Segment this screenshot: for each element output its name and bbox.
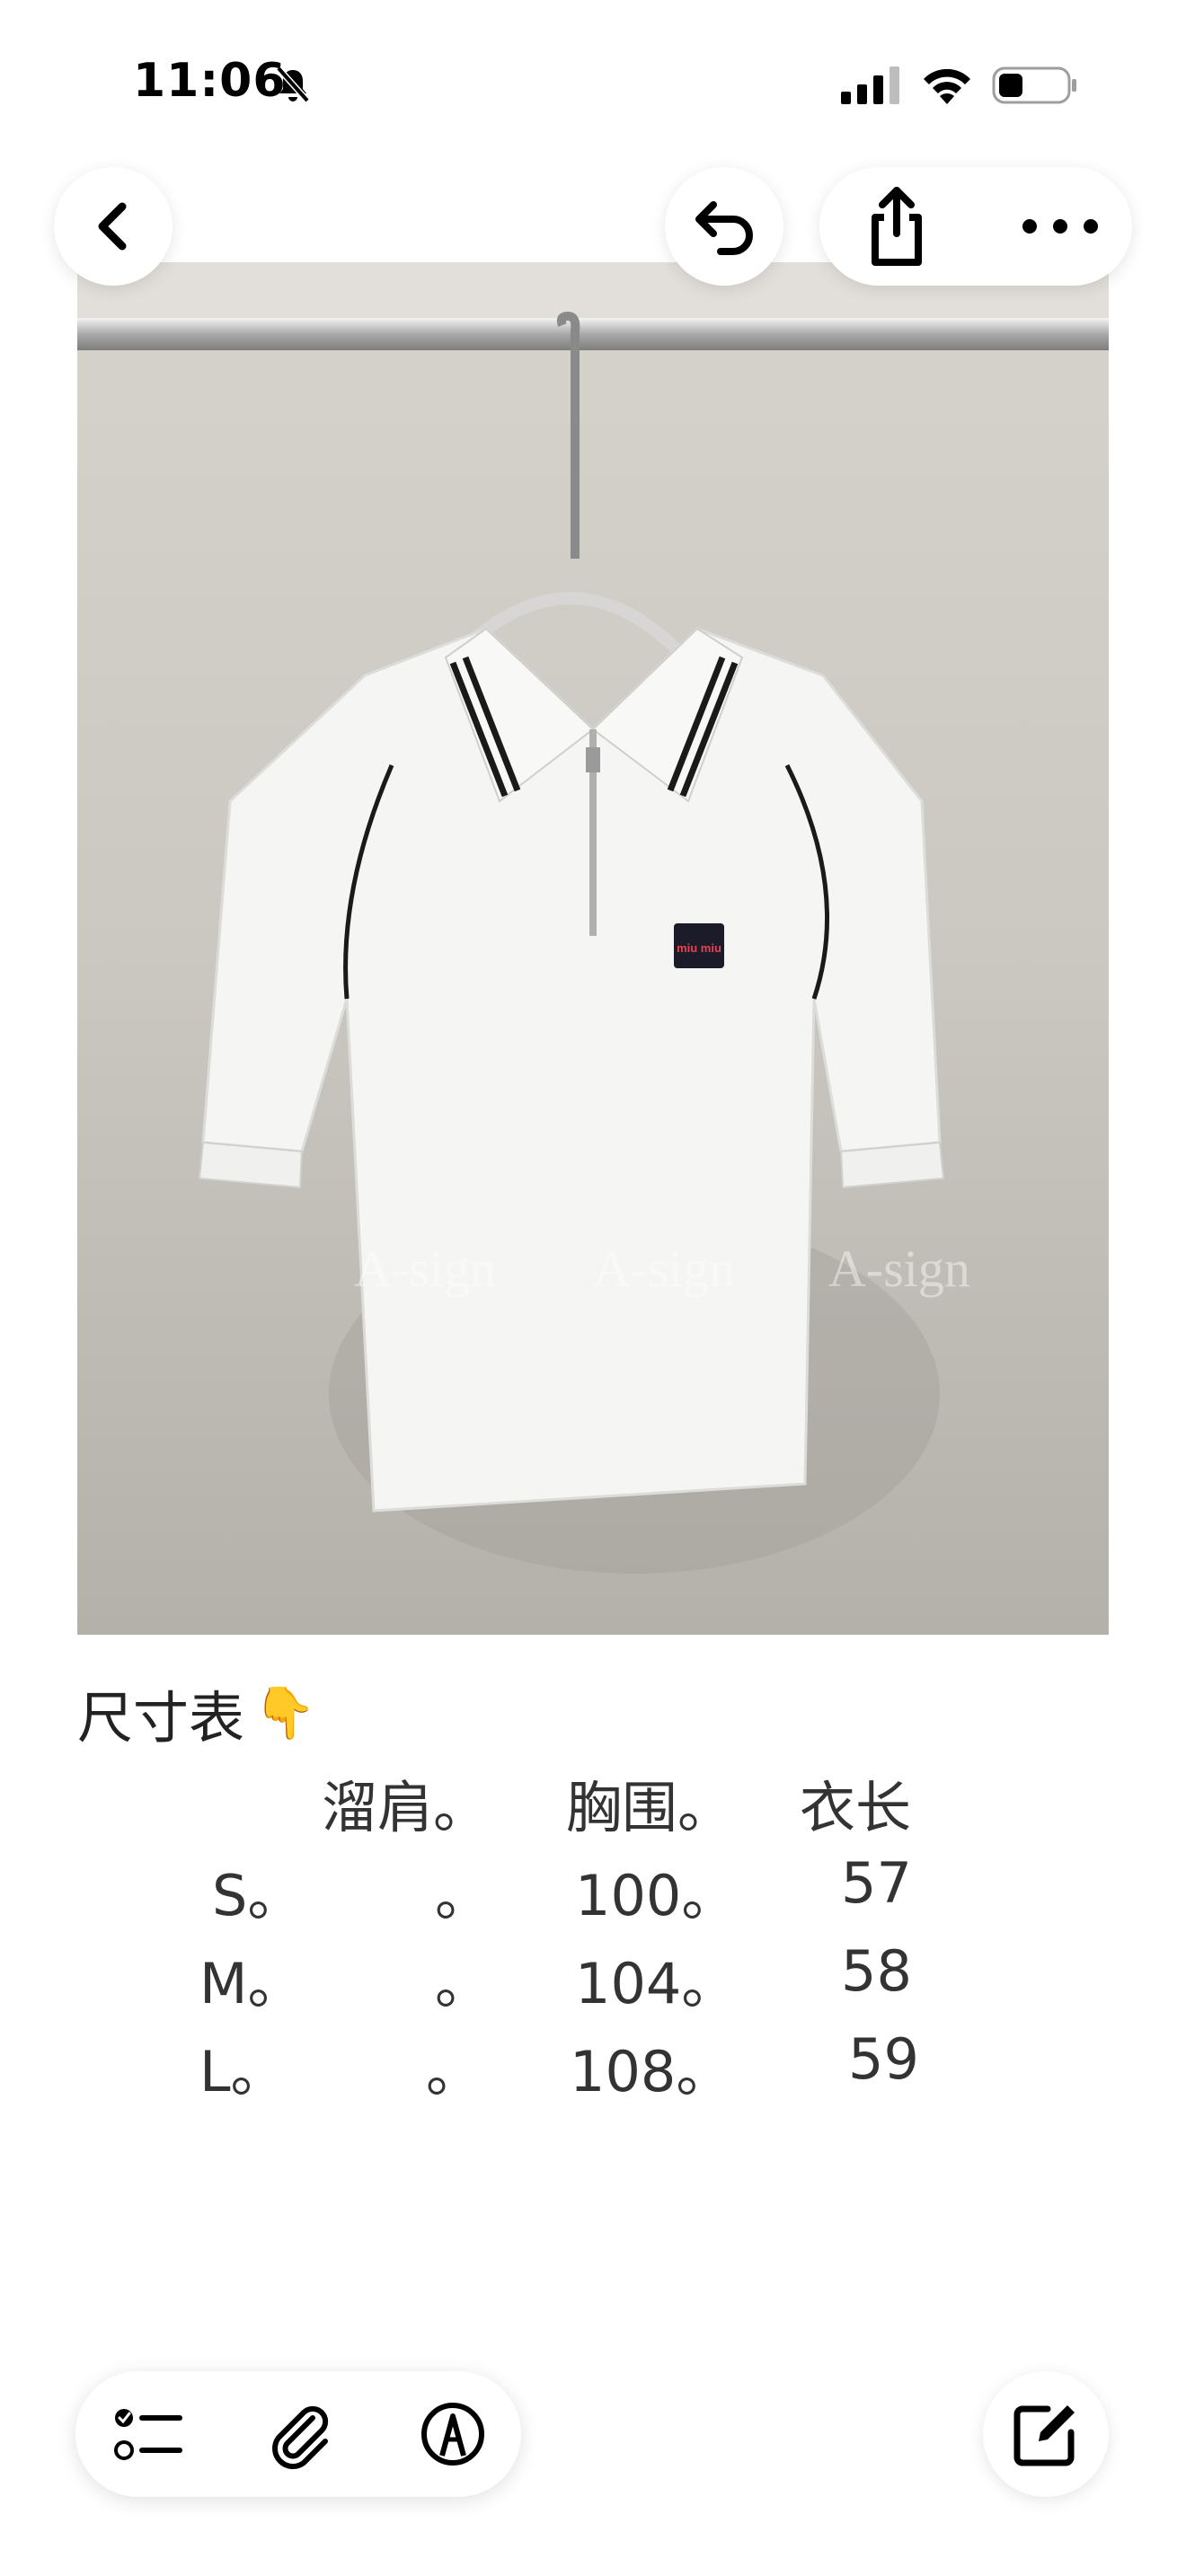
size-cell: L。 bbox=[199, 2039, 287, 2104]
watermark-text: A-sign bbox=[593, 1239, 735, 1298]
size-cell: M。 bbox=[199, 1951, 304, 2016]
size-table-header: 溜肩。 胸围。 衣长 bbox=[0, 1762, 1186, 1843]
shoulder-cell: 。 bbox=[435, 1863, 491, 1928]
battery-icon bbox=[992, 66, 1076, 104]
checklist-icon[interactable] bbox=[111, 2398, 183, 2470]
bell-slash-icon bbox=[276, 66, 310, 103]
chest-cell: 108。 bbox=[570, 2039, 732, 2104]
table-row: L。 。 108。 59 bbox=[0, 2026, 1186, 2107]
status-bar: 11:06 bbox=[0, 0, 1186, 171]
watermark-text: A-sign bbox=[828, 1239, 970, 1298]
bottom-toolbar bbox=[75, 2371, 521, 2497]
back-button[interactable] bbox=[54, 167, 173, 286]
note-heading-text: 尺寸表 bbox=[77, 1685, 245, 1751]
length-cell: 59 bbox=[848, 2026, 919, 2092]
share-icon bbox=[872, 187, 922, 266]
length-cell: 57 bbox=[841, 1850, 912, 1916]
note-heading: 尺寸表 👇 bbox=[77, 1672, 316, 1753]
markup-pen-icon[interactable] bbox=[417, 2398, 489, 2470]
length-cell: 58 bbox=[841, 1938, 912, 2004]
logo-text: miu miu bbox=[677, 941, 721, 955]
paperclip-icon[interactable] bbox=[264, 2398, 336, 2470]
size-cell: S。 bbox=[212, 1863, 304, 1928]
status-time: 11:06 bbox=[133, 54, 287, 108]
header-length: 衣长 bbox=[800, 1775, 912, 1840]
compose-icon bbox=[1013, 2405, 1075, 2466]
wifi-icon bbox=[924, 68, 970, 104]
shoulder-cell: 。 bbox=[435, 1951, 491, 2016]
compose-button[interactable] bbox=[983, 2371, 1109, 2497]
header-chest: 胸围。 bbox=[566, 1775, 734, 1840]
table-row: S。 。 100。 57 bbox=[0, 1850, 1186, 1931]
share-more-group bbox=[819, 167, 1132, 286]
more-button[interactable] bbox=[1006, 183, 1114, 269]
product-photo: miu miu A-sign A-sign A-sign bbox=[77, 262, 1109, 1635]
chest-cell: 104。 bbox=[575, 1951, 738, 2016]
ellipsis-icon bbox=[1022, 219, 1098, 234]
shoulder-cell: 。 bbox=[426, 2039, 482, 2104]
undo-icon bbox=[695, 201, 753, 255]
watermark-text: A-sign bbox=[354, 1239, 496, 1298]
chevron-left-icon bbox=[98, 202, 127, 251]
undo-button[interactable] bbox=[665, 167, 783, 286]
header-shoulder: 溜肩。 bbox=[322, 1775, 490, 1840]
chest-cell: 100。 bbox=[575, 1863, 738, 1928]
signal-icon bbox=[841, 66, 899, 104]
pointing-down-emoji: 👇 bbox=[253, 1684, 316, 1742]
table-row: M。 。 104。 58 bbox=[0, 1938, 1186, 2019]
share-button[interactable] bbox=[854, 183, 940, 269]
